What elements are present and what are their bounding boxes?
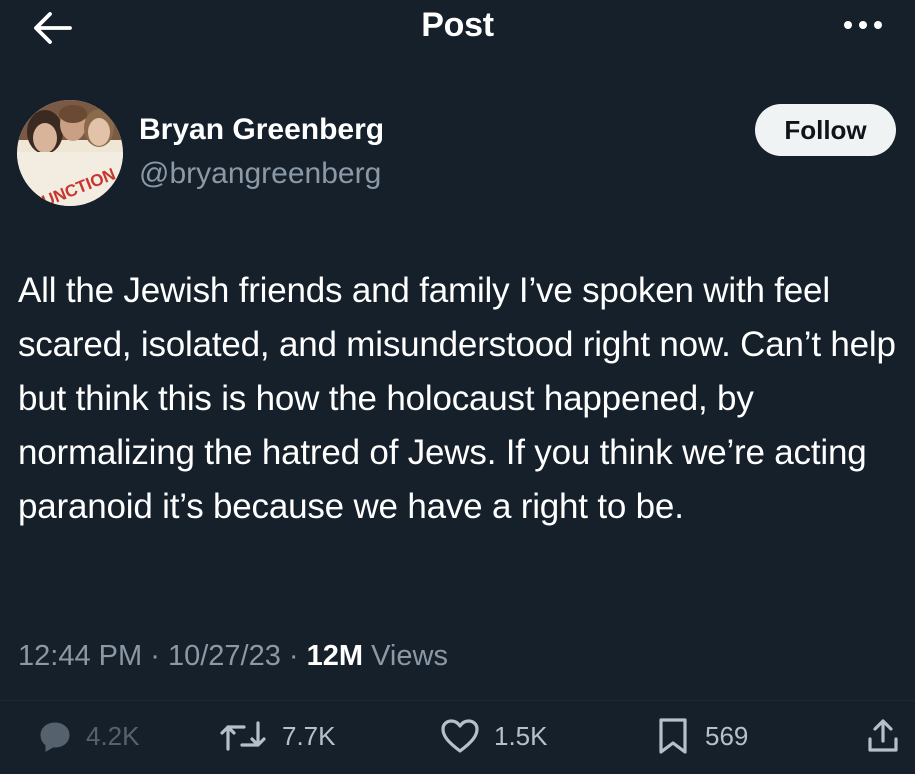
author-handle[interactable]: @bryangreenberg — [139, 157, 381, 191]
ellipsis-icon — [844, 21, 882, 29]
repost-icon — [220, 721, 266, 751]
bookmark-button[interactable]: 569 — [655, 713, 748, 759]
author-name[interactable]: Bryan Greenberg — [139, 113, 384, 147]
heart-icon — [441, 719, 479, 753]
action-bar: 4.2K 7.7K 1.5K 569 — [0, 705, 915, 765]
post-date[interactable]: 10/27/23 — [168, 640, 281, 672]
post-text: All the Jewish friends and family I’ve s… — [18, 271, 896, 526]
views-label: Views — [371, 640, 448, 672]
post-metadata: 12:44 PM · 10/27/23 · 12M Views — [18, 640, 448, 673]
meta-separator: · — [288, 640, 299, 672]
views-count: 12M — [306, 640, 364, 672]
post-time[interactable]: 12:44 PM — [18, 640, 142, 672]
bookmark-icon — [659, 718, 687, 754]
like-button[interactable]: 1.5K — [440, 713, 548, 759]
reply-button[interactable]: 4.2K — [38, 713, 140, 759]
page-title: Post — [421, 6, 494, 44]
repost-count: 7.7K — [282, 720, 336, 751]
repost-button[interactable]: 7.7K — [218, 713, 336, 759]
share-button[interactable] — [866, 713, 900, 759]
divider — [0, 700, 915, 701]
top-bar: Post — [0, 0, 915, 60]
avatar[interactable]: JUNCTION — [17, 100, 123, 206]
more-options-button[interactable] — [839, 10, 887, 40]
share-icon — [868, 719, 898, 752]
follow-button[interactable]: Follow — [755, 104, 896, 156]
reply-icon — [40, 722, 70, 752]
like-count: 1.5K — [494, 720, 548, 751]
meta-separator: · — [150, 640, 160, 672]
reply-count: 4.2K — [86, 720, 140, 751]
bookmark-count: 569 — [705, 720, 749, 751]
